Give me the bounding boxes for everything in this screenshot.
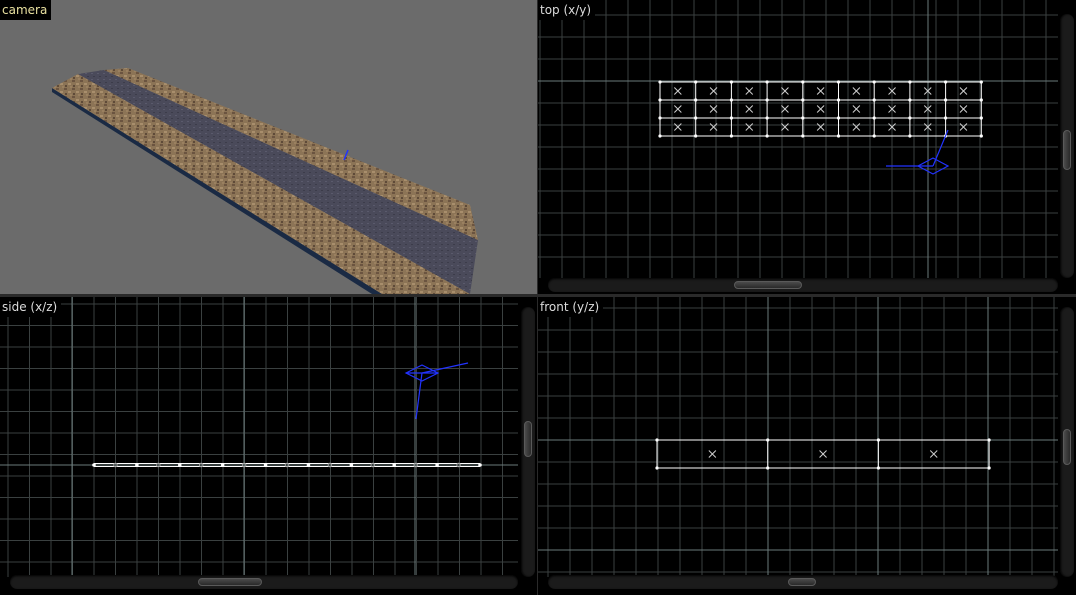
- top-mesh-vertex[interactable]: [908, 80, 912, 84]
- top-mesh-vertex[interactable]: [801, 98, 805, 102]
- front-mesh-vertex[interactable]: [876, 466, 880, 470]
- side-vertical-scroll-thumb[interactable]: [524, 421, 532, 457]
- side-mesh-vertex[interactable]: [220, 463, 225, 467]
- top-horizontal-scrollbar[interactable]: [548, 278, 1058, 292]
- top-mesh-vertex[interactable]: [872, 134, 876, 138]
- top-mesh-vertex[interactable]: [694, 98, 698, 102]
- top-mesh-vertex[interactable]: [979, 98, 983, 102]
- top-mesh-vertex[interactable]: [944, 80, 948, 84]
- front-viewport-label: front (y/z): [538, 297, 604, 317]
- top-mesh-vertex[interactable]: [658, 80, 662, 84]
- top-viewport[interactable]: top (x/y): [538, 0, 1076, 294]
- top-mesh-vertex[interactable]: [765, 116, 769, 120]
- side-vertical-scrollbar[interactable]: [521, 307, 535, 577]
- top-mesh-vertex[interactable]: [979, 116, 983, 120]
- side-mesh-vertex[interactable]: [478, 463, 482, 467]
- top-mesh-vertex[interactable]: [979, 134, 983, 138]
- side-horizontal-scroll-thumb[interactable]: [198, 578, 262, 586]
- top-mesh-vertex[interactable]: [872, 116, 876, 120]
- front-vertical-scrollbar[interactable]: [1060, 307, 1074, 577]
- top-mesh-vertex[interactable]: [836, 98, 841, 102]
- camera-viewport[interactable]: camera: [0, 0, 537, 294]
- side-mesh-vertex[interactable]: [263, 463, 268, 467]
- camera-scene: [52, 68, 478, 294]
- front-grid: [538, 297, 1058, 577]
- top-camera-gizmo: [886, 129, 950, 175]
- front-mesh-vertex[interactable]: [766, 438, 770, 442]
- front-vertical-scroll-thumb[interactable]: [1063, 429, 1071, 465]
- side-mesh-vertex[interactable]: [435, 463, 439, 467]
- front-mesh-vertex[interactable]: [655, 438, 659, 442]
- top-mesh-vertex[interactable]: [836, 134, 841, 138]
- front-viewport[interactable]: front (y/z): [538, 297, 1076, 595]
- top-mesh-vertex[interactable]: [836, 80, 841, 84]
- top-mesh-vertex[interactable]: [765, 80, 769, 84]
- front-mesh-wireframe[interactable]: [655, 438, 991, 470]
- side-viewport[interactable]: side (x/z): [0, 297, 537, 595]
- top-grid: [538, 0, 1058, 278]
- road-asphalt: [78, 70, 478, 294]
- top-mesh-vertex[interactable]: [979, 80, 983, 84]
- top-mesh-vertex[interactable]: [694, 116, 698, 120]
- top-mesh-vertex[interactable]: [658, 116, 662, 120]
- side-mesh-vertex[interactable]: [349, 463, 354, 467]
- top-mesh-vertex[interactable]: [729, 116, 733, 120]
- top-mesh-vertex[interactable]: [944, 98, 948, 102]
- camera-viewport-label: camera: [0, 0, 52, 20]
- front-horizontal-scrollbar[interactable]: [548, 575, 1058, 589]
- front-mesh-vertex[interactable]: [876, 438, 880, 442]
- top-mesh-vertex[interactable]: [765, 134, 769, 138]
- side-mesh-vertex[interactable]: [392, 463, 397, 467]
- top-viewport-label: top (x/y): [538, 0, 596, 20]
- top-mesh-vertex[interactable]: [694, 134, 698, 138]
- top-mesh-vertex[interactable]: [908, 98, 912, 102]
- top-horizontal-scroll-thumb[interactable]: [734, 281, 802, 289]
- front-mesh-vertex[interactable]: [766, 466, 770, 470]
- front-mesh-vertex[interactable]: [655, 466, 659, 470]
- top-mesh-vertex[interactable]: [658, 134, 662, 138]
- side-grid: [0, 297, 518, 577]
- top-vertical-scrollbar[interactable]: [1060, 14, 1074, 278]
- top-vertical-scroll-thumb[interactable]: [1063, 130, 1071, 170]
- front-horizontal-scroll-thumb[interactable]: [788, 578, 816, 586]
- top-mesh-vertex[interactable]: [944, 116, 948, 120]
- side-horizontal-scrollbar[interactable]: [10, 575, 518, 589]
- top-mesh-wireframe[interactable]: [658, 80, 983, 138]
- top-mesh-vertex[interactable]: [729, 80, 733, 84]
- top-mesh-vertex[interactable]: [908, 134, 912, 138]
- top-mesh-vertex[interactable]: [729, 98, 733, 102]
- side-mesh-vertex[interactable]: [92, 463, 96, 467]
- side-mesh-vertex[interactable]: [306, 463, 311, 467]
- front-mesh-vertex[interactable]: [987, 466, 991, 470]
- front-mesh-vertex[interactable]: [987, 438, 991, 442]
- top-mesh-vertex[interactable]: [658, 98, 662, 102]
- side-mesh-vertex[interactable]: [177, 463, 182, 467]
- top-mesh-vertex[interactable]: [801, 80, 805, 84]
- top-mesh-vertex[interactable]: [836, 116, 841, 120]
- top-mesh-vertex[interactable]: [872, 98, 876, 102]
- top-mesh-vertex[interactable]: [801, 116, 805, 120]
- side-mesh-vertex[interactable]: [135, 463, 139, 467]
- side-viewport-label: side (x/z): [0, 297, 62, 317]
- top-mesh-vertex[interactable]: [694, 80, 698, 84]
- top-mesh-vertex[interactable]: [765, 98, 769, 102]
- top-mesh-vertex[interactable]: [801, 134, 805, 138]
- top-mesh-vertex[interactable]: [729, 134, 733, 138]
- top-mesh-vertex[interactable]: [872, 80, 876, 84]
- top-mesh-vertex[interactable]: [908, 116, 912, 120]
